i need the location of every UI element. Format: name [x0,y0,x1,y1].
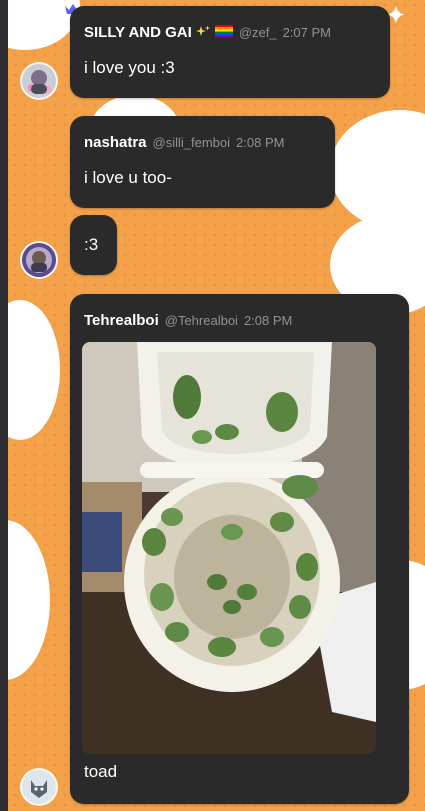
author-name[interactable]: Tehrealboi [84,312,159,329]
frogs-in-toilet-photo [82,342,376,754]
author-name[interactable]: SILLY AND GAI [84,24,192,41]
avatar-image [22,770,56,804]
message-timestamp: 2:07 PM [282,25,332,40]
author-handle[interactable]: @zef_ [239,25,277,40]
message-text: toad [84,762,118,781]
message-bubble[interactable]: :3 [70,215,117,275]
message-header: SILLY AND GAI @zef_ 2:07 PM [84,24,331,41]
left-edge-strip [0,0,8,811]
author-handle[interactable]: @silli_femboi [153,135,231,150]
avatar[interactable] [22,770,56,804]
avatar[interactable] [22,64,56,98]
author-handle[interactable]: @Tehrealboi [165,313,238,328]
message-timestamp: 2:08 PM [243,313,293,328]
message-bubble[interactable]: SILLY AND GAI @zef_ 2:07 PM i love you :3 [70,6,390,98]
avatar-image [22,64,56,98]
sparkles-icon [195,25,210,36]
message-header: Tehrealboi @Tehrealboi 2:08 PM [84,312,292,329]
avatar[interactable] [22,243,56,277]
message-text: :3 [84,235,99,254]
sparkle-shape: ✦ [368,106,397,144]
author-name[interactable]: nashatra [84,134,147,151]
message-image[interactable] [82,342,376,754]
message-header: nashatra @silli_femboi 2:08 PM [84,134,284,151]
message-bubble[interactable]: nashatra @silli_femboi 2:08 PM i love u to… [70,116,335,208]
rainbow-flag-icon [214,25,233,38]
message-text: i love u too- [84,168,172,187]
message-timestamp: 2:08 PM [236,135,285,150]
message-text: i love you :3 [84,58,175,77]
avatar-image [22,243,56,277]
message-bubble[interactable]: Tehrealboi @Tehrealboi 2:08 PM toad [70,294,409,804]
